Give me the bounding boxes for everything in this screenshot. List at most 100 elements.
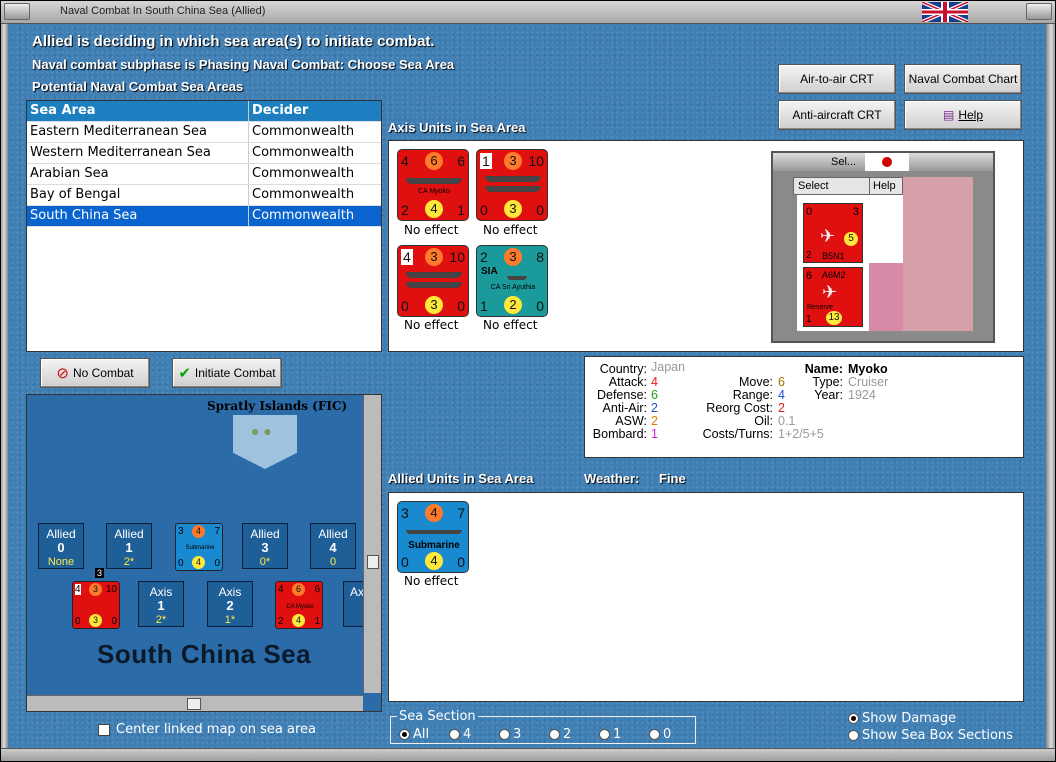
section-option-4[interactable]: 4 bbox=[449, 727, 471, 742]
table-row-selected[interactable]: South China Sea Commonwealth bbox=[27, 206, 381, 227]
section-option-1[interactable]: 1 bbox=[599, 727, 621, 742]
counter-value: 0 bbox=[457, 298, 465, 314]
show-damage-label: Show Damage bbox=[862, 711, 957, 726]
cruiser-icon bbox=[507, 276, 527, 280]
counter-value: 0 bbox=[401, 554, 409, 570]
scroll-thumb[interactable] bbox=[367, 555, 379, 569]
show-damage-option[interactable]: Show Damage bbox=[848, 711, 956, 726]
box-side: Axis bbox=[149, 585, 173, 599]
col-decider[interactable]: Decider bbox=[249, 101, 359, 121]
counter-value: 8 bbox=[536, 249, 544, 265]
counter-value: 13 bbox=[826, 311, 842, 325]
table-row[interactable]: Bay of Bengal Commonwealth bbox=[27, 185, 381, 206]
counter-value: 10 bbox=[105, 584, 117, 595]
aircraft-counter-b5n1[interactable]: 0 3 ✈ 5 2 B5N1 bbox=[803, 203, 863, 263]
radio-icon bbox=[499, 729, 510, 740]
close-button[interactable] bbox=[1026, 3, 1052, 20]
counter-value: 4 bbox=[401, 249, 413, 265]
sea-map[interactable]: Spratly Islands (FIC) ● ● Allied 0 None Al… bbox=[26, 394, 382, 712]
map-myoko-counter[interactable]: 4 6 6 CA Myoko 2 4 1 bbox=[275, 581, 323, 629]
carrier-help-menu[interactable]: Help bbox=[869, 177, 903, 195]
window-title: Naval Combat In South China Sea (Allied) bbox=[60, 5, 266, 17]
center-link-checkbox[interactable] bbox=[98, 723, 110, 736]
unit-counter-submarine[interactable]: 3 4 7 Submarine 0 4 0 bbox=[397, 501, 469, 573]
initiate-combat-button[interactable]: ✔ Initiate Combat bbox=[172, 358, 282, 388]
map-vertical-scrollbar[interactable] bbox=[363, 395, 381, 693]
table-row[interactable]: Eastern Mediterranean Sea Commonwealth bbox=[27, 122, 381, 143]
counter-value: 3 bbox=[425, 296, 443, 314]
aircraft-counter-a6m2[interactable]: 6 A6M2 ✈ Reserve 1 13 bbox=[803, 267, 863, 327]
counter-value: 5 bbox=[844, 232, 858, 246]
year-value: 1924 bbox=[848, 388, 876, 402]
unit-counter-cruiser[interactable]: 1 3 10 0 3 0 bbox=[476, 149, 548, 221]
counter-value: 3 bbox=[504, 152, 522, 170]
cruiser-icon bbox=[485, 176, 541, 182]
option-label: 1 bbox=[613, 727, 622, 742]
cell-area: Bay of Bengal bbox=[27, 185, 249, 205]
carrier-titlebar[interactable]: Sel... bbox=[773, 153, 993, 171]
no-combat-button[interactable]: ⊘ No Combat bbox=[40, 358, 150, 388]
counter-value: 2 bbox=[806, 250, 812, 261]
counter-value: 4 bbox=[192, 556, 205, 569]
show-sea-box-option[interactable]: Show Sea Box Sections bbox=[848, 728, 1013, 743]
anti-air-label: Anti-Air: bbox=[602, 401, 647, 415]
section-option-2[interactable]: 2 bbox=[549, 727, 571, 742]
option-label: 3 bbox=[513, 727, 522, 742]
help-label: Help bbox=[958, 108, 984, 122]
table-row[interactable]: Western Mediterranean Sea Commonwealth bbox=[27, 143, 381, 164]
sea-box-allied-4[interactable]: Allied 4 0 bbox=[310, 523, 356, 569]
counter-value: 6 bbox=[425, 152, 443, 170]
unit-counter-sri-ayuthia[interactable]: 2 3 8 SIA CA Sri Ayuthia 1 2 0 bbox=[476, 245, 548, 317]
select-menu[interactable]: Select bbox=[793, 177, 873, 195]
section-option-3[interactable]: 3 bbox=[499, 727, 521, 742]
sea-box-axis-2[interactable]: Axis 2 1* bbox=[207, 581, 253, 627]
cell-area: Arabian Sea bbox=[27, 164, 249, 184]
asw-label: ASW: bbox=[615, 414, 647, 428]
table-row[interactable]: Arabian Sea Commonwealth bbox=[27, 164, 381, 185]
map-submarine-counter[interactable]: 3 4 7 Submarine 0 4 0 bbox=[175, 523, 223, 571]
radio-icon bbox=[399, 729, 410, 740]
carrier-window[interactable]: Sel... Select Help 0 3 ✈ 5 2 B5N1 6 A6M2… bbox=[771, 151, 995, 343]
counter-value: 1 bbox=[314, 616, 320, 627]
naval-combat-chart-button[interactable]: Naval Combat Chart bbox=[904, 64, 1022, 94]
scroll-thumb[interactable] bbox=[187, 698, 201, 710]
anti-aircraft-crt-button[interactable]: Anti-aircraft CRT bbox=[778, 100, 896, 130]
counter-value: 0 bbox=[536, 298, 544, 314]
map-cruiser-counter[interactable]: 3 4 3 10 0 3 0 bbox=[72, 568, 120, 629]
counter-value: 1 bbox=[457, 202, 465, 218]
box-number: 0 bbox=[57, 540, 65, 555]
counter-value: 7 bbox=[214, 526, 220, 537]
island-label: Spratly Islands (FIC) bbox=[207, 399, 348, 413]
cost-value: 1+2/5+5 bbox=[778, 427, 824, 441]
title-bar[interactable]: Naval Combat In South China Sea (Allied) bbox=[0, 0, 1056, 24]
col-sea-area[interactable]: Sea Area bbox=[27, 101, 249, 121]
unit-counter-myoko[interactable]: 4 6 6 CA Myoko 2 4 1 bbox=[397, 149, 469, 221]
section-option-all[interactable]: All bbox=[399, 727, 429, 742]
unit-counter-cruiser[interactable]: 4 3 10 0 3 0 bbox=[397, 245, 469, 317]
no-entry-icon: ⊘ bbox=[56, 365, 69, 382]
radio-icon bbox=[649, 729, 660, 740]
air-to-air-crt-button[interactable]: Air-to-air CRT bbox=[778, 64, 896, 94]
center-link-option[interactable]: Center linked map on sea area bbox=[98, 722, 316, 737]
weather-label: Weather: bbox=[584, 471, 640, 486]
sea-box-allied-1[interactable]: Allied 1 2* bbox=[106, 523, 152, 569]
sea-box-allied-0[interactable]: Allied 0 None bbox=[38, 523, 84, 569]
map-horizontal-scrollbar[interactable] bbox=[27, 695, 363, 711]
section-option-0[interactable]: 0 bbox=[649, 727, 671, 742]
box-number: 4 bbox=[329, 540, 337, 555]
defense-label: Defense: bbox=[596, 388, 647, 402]
sea-area-table: Sea Area Decider Eastern Mediterranean S… bbox=[26, 100, 382, 352]
radio-icon bbox=[549, 729, 560, 740]
box-status: None bbox=[47, 556, 75, 568]
cell-decider: Commonwealth bbox=[252, 187, 355, 202]
counter-value: 6 bbox=[292, 583, 305, 596]
counter-value: 7 bbox=[457, 505, 465, 521]
name-value: Myoko bbox=[848, 362, 888, 376]
help-button[interactable]: ▤ Help bbox=[904, 100, 1022, 130]
country-value: Japan bbox=[651, 360, 686, 374]
japan-flag-icon bbox=[865, 153, 909, 171]
sea-box-axis-1[interactable]: Axis 1 2* bbox=[138, 581, 184, 627]
option-label: 4 bbox=[463, 727, 472, 742]
system-menu-button[interactable] bbox=[4, 3, 30, 20]
sea-box-allied-3[interactable]: Allied 3 0* bbox=[242, 523, 288, 569]
